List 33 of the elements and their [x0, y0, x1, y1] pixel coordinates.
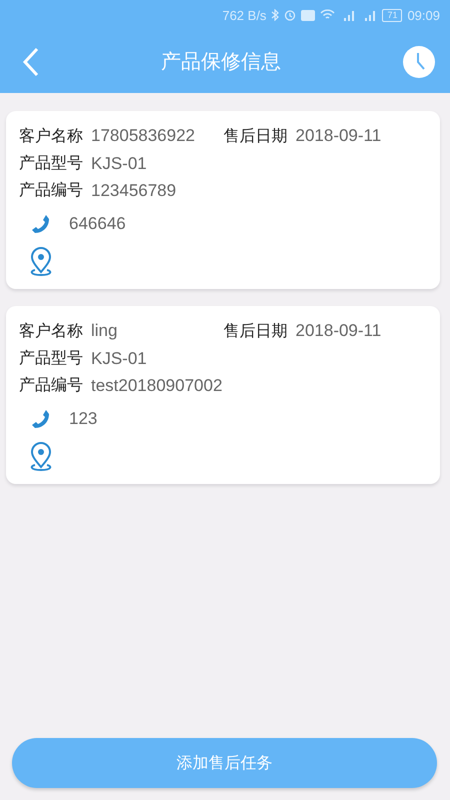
field-value: KJS-01	[91, 348, 147, 368]
field-label: 产品型号	[19, 348, 83, 369]
battery-icon: 71	[382, 8, 402, 22]
field-label: 售后日期	[224, 126, 288, 147]
field-value: 17805836922	[91, 126, 196, 147]
phone-icon	[31, 214, 51, 234]
field-value: KJS-01	[91, 154, 147, 174]
phone-number: 123	[69, 409, 98, 429]
field-value: 123456789	[91, 180, 176, 200]
bluetooth-icon	[271, 9, 280, 21]
phone-icon	[31, 409, 51, 429]
network-speed: 762 B/s	[222, 8, 266, 22]
record-card[interactable]: 客户名称 ling 售后日期 2018-09-11 产品型号 KJS-01 产品编号 test20180907002 123	[6, 306, 440, 484]
wifi-icon	[320, 9, 336, 21]
field-value: 2018-09-11	[296, 126, 382, 147]
back-icon[interactable]	[22, 46, 40, 76]
field-label: 产品编号	[19, 375, 83, 396]
clock-icon[interactable]	[402, 44, 436, 78]
phone-number: 646646	[69, 214, 126, 234]
location-icon[interactable]	[28, 247, 54, 279]
alarm-icon	[284, 9, 296, 21]
record-card[interactable]: 客户名称 17805836922 售后日期 2018-09-11 产品型号 KJS-01 产品编号 123456789 646646	[6, 111, 440, 289]
location-icon[interactable]	[28, 442, 54, 474]
field-label: 产品编号	[19, 180, 83, 201]
field-label: 售后日期	[224, 321, 288, 342]
clock: 09:09	[407, 8, 440, 22]
field-label: 产品型号	[19, 153, 83, 174]
field-value: test20180907002	[91, 376, 222, 396]
field-value: ling	[91, 321, 118, 342]
field-label: 客户名称	[19, 321, 83, 342]
page-title: 产品保修信息	[161, 48, 281, 75]
field-value: 2018-09-11	[296, 321, 382, 342]
field-label: 客户名称	[19, 126, 83, 147]
